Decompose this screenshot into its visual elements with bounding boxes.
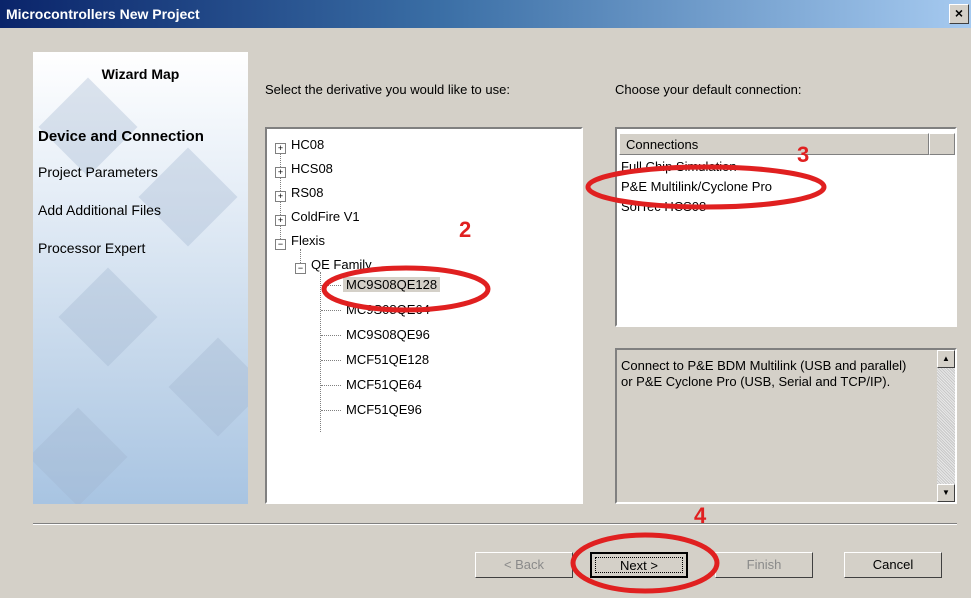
tree-item-coldfire-v1[interactable]: ColdFire V1 (291, 209, 360, 224)
decorative-shape (58, 267, 158, 367)
annotation-number-4: 4 (694, 503, 707, 528)
derivative-tree[interactable]: + HC08 + HCS08 + RS08 + ColdFire V1 − Fl… (265, 127, 583, 504)
tree-item-mc9s08qe96[interactable]: MC9S08QE96 (346, 327, 430, 342)
close-button[interactable]: × (949, 4, 969, 24)
wizard-step-processor-expert: Processor Expert (38, 240, 146, 256)
description-scrollbar[interactable]: ▲ ▼ (937, 350, 955, 502)
tree-item-qe-family[interactable]: QE Family (311, 257, 372, 272)
wizard-step-project-parameters: Project Parameters (38, 164, 158, 180)
tree-connector (321, 410, 341, 411)
decorative-shape (38, 77, 138, 177)
wizard-map-title: Wizard Map (101, 66, 180, 82)
cancel-button[interactable]: Cancel (844, 552, 942, 578)
tree-item-rs08[interactable]: RS08 (291, 185, 324, 200)
tree-item-mc9s08qe64[interactable]: MC9S08QE64 (346, 302, 430, 317)
title-bar: Microcontrollers New Project × (0, 0, 971, 28)
connection-item-full-chip-simulation[interactable]: Full Chip Simulation (621, 159, 737, 174)
expand-icon[interactable]: + (275, 191, 286, 202)
tree-item-mcf51qe128[interactable]: MCF51QE128 (346, 352, 429, 367)
finish-button[interactable]: Finish (715, 552, 813, 578)
connections-list[interactable]: Connections Full Chip Simulation P&E Mul… (615, 127, 957, 327)
focus-ring (595, 557, 683, 573)
tree-item-hc08[interactable]: HC08 (291, 137, 324, 152)
decorative-shape (33, 407, 128, 504)
tree-item-mc9s08qe128[interactable]: MC9S08QE128 (343, 277, 441, 292)
tree-item-hcs08[interactable]: HCS08 (291, 161, 333, 176)
footer-separator (33, 523, 957, 525)
decorative-shape (138, 147, 238, 247)
tree-connector (321, 335, 341, 336)
window-title: Microcontrollers New Project (6, 6, 200, 22)
scroll-up-icon[interactable]: ▲ (937, 350, 955, 368)
scroll-down-icon[interactable]: ▼ (937, 484, 955, 502)
tree-item-label: MC9S08QE128 (343, 277, 441, 292)
tree-connector (320, 272, 321, 432)
column-header-filler (929, 133, 955, 155)
connection-item-softec-hcs08[interactable]: SofTec HCS08 (621, 199, 706, 214)
tree-connector (321, 385, 341, 386)
connection-description: Connect to P&E BDM Multilink (USB and pa… (621, 358, 907, 389)
tree-item-mcf51qe64[interactable]: MCF51QE64 (346, 377, 422, 392)
wizard-map-panel: Wizard Map Device and Connection Project… (33, 52, 248, 504)
collapse-icon[interactable]: − (295, 263, 306, 274)
tree-connector (321, 285, 341, 286)
tree-item-mcf51qe96[interactable]: MCF51QE96 (346, 402, 422, 417)
connection-description-box: Connect to P&E BDM Multilink (USB and pa… (615, 348, 957, 504)
tree-connector (321, 310, 341, 311)
tree-connector (321, 360, 341, 361)
tree-item-flexis[interactable]: Flexis (291, 233, 325, 248)
wizard-step-add-files: Add Additional Files (38, 202, 161, 218)
connection-prompt: Choose your default connection: (615, 82, 802, 97)
connections-column-header[interactable]: Connections (619, 133, 929, 155)
derivative-prompt: Select the derivative you would like to … (265, 82, 510, 97)
decorative-shape (168, 337, 248, 437)
next-button[interactable]: Next > (590, 552, 688, 578)
back-button[interactable]: < Back (475, 552, 573, 578)
connection-item-pe-multilink[interactable]: P&E Multilink/Cyclone Pro (621, 179, 772, 194)
wizard-step-device-connection: Device and Connection (38, 128, 204, 145)
expand-icon[interactable]: + (275, 215, 286, 226)
expand-icon[interactable]: + (275, 143, 286, 154)
expand-icon[interactable]: + (275, 167, 286, 178)
annotation-number-3: 3 (797, 142, 810, 167)
collapse-icon[interactable]: − (275, 239, 286, 250)
annotation-number-2: 2 (459, 217, 472, 242)
